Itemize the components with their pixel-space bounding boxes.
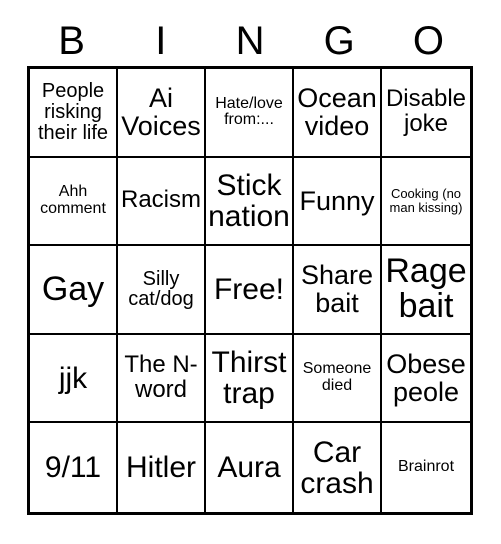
bingo-cell-label: Ocean video — [297, 83, 377, 142]
bingo-cell-label: Gay — [41, 269, 105, 308]
bingo-cell[interactable]: Stick nation — [206, 157, 294, 247]
bingo-grid: People risking their life Ai Voices Hate/l… — [27, 66, 473, 515]
bingo-cell-label: Someone died — [302, 360, 372, 395]
bingo-cell[interactable]: Ahh comment — [30, 157, 118, 247]
bingo-cell-label: Stick nation — [208, 168, 290, 233]
bingo-cell-label: Disable joke — [385, 85, 467, 138]
header-letter-n: N — [235, 19, 265, 63]
bingo-cell[interactable]: Ai Voices — [118, 69, 206, 158]
bingo-cell[interactable]: Car crash — [294, 423, 382, 512]
bingo-header-row: B I N G O — [27, 16, 473, 66]
bingo-cell-label: People risking their life — [37, 80, 109, 144]
bingo-cell[interactable]: Rage bait — [382, 246, 470, 335]
bingo-cell[interactable]: 9/11 — [30, 423, 118, 512]
bingo-cell-label: Ahh comment — [40, 183, 106, 217]
bingo-cell-label: Rage bait — [385, 252, 467, 326]
bingo-card: B I N G O People risking their life Ai Vo… — [0, 0, 501, 544]
header-letter-g: G — [323, 19, 355, 63]
header-letter-i: I — [155, 19, 167, 63]
bingo-cell[interactable]: Hate/love from:... — [206, 69, 294, 158]
bingo-cell-label: The N-word — [124, 351, 198, 404]
bingo-cell-label: Obese peole — [386, 349, 466, 408]
bingo-cell[interactable]: Silly cat/dog — [118, 246, 206, 335]
bingo-cell[interactable]: Cooking (no man kissing) — [382, 157, 470, 247]
bingo-cell[interactable]: The N-word — [118, 334, 206, 424]
header-letter-b: B — [58, 19, 85, 63]
bingo-cell-label: Thirst trap — [211, 345, 287, 411]
bingo-cell[interactable]: Ocean video — [294, 69, 382, 158]
bingo-cell-label: 9/11 — [44, 451, 102, 485]
bingo-cell-label: Racism — [120, 186, 201, 214]
bingo-cell-label: jjk — [58, 361, 88, 395]
bingo-cell[interactable]: Hitler — [118, 423, 206, 512]
bingo-cell[interactable]: Share bait — [294, 246, 382, 335]
bingo-cell-label: Hate/love from:... — [215, 94, 283, 129]
bingo-cell[interactable]: Gay — [30, 246, 118, 335]
bingo-cell-label: Hitler — [125, 451, 196, 485]
bingo-cell-label: Free! — [213, 272, 285, 306]
bingo-cell[interactable]: Brainrot — [382, 423, 470, 512]
bingo-cell[interactable]: Thirst trap — [206, 334, 294, 424]
bingo-cell-label: Car crash — [300, 435, 374, 500]
bingo-cell[interactable]: Someone died — [294, 334, 382, 424]
bingo-cell-label: Cooking (no man kissing) — [389, 186, 463, 215]
bingo-cell[interactable]: jjk — [30, 334, 118, 424]
bingo-cell[interactable]: Free! — [206, 246, 294, 335]
bingo-cell-label: Funny — [299, 185, 375, 216]
bingo-cell[interactable]: Disable joke — [382, 69, 470, 158]
bingo-cell-label: Brainrot — [397, 458, 455, 476]
header-letter-o: O — [412, 19, 444, 63]
bingo-cell[interactable]: Funny — [294, 157, 382, 247]
bingo-cell[interactable]: Aura — [206, 423, 294, 512]
bingo-cell[interactable]: Obese peole — [382, 334, 470, 424]
bingo-cell-label: Share bait — [300, 260, 374, 319]
bingo-cell-label: Silly cat/dog — [128, 267, 194, 311]
bingo-cell-label: Aura — [217, 451, 281, 485]
bingo-cell-label: Ai Voices — [121, 83, 201, 142]
bingo-cell[interactable]: People risking their life — [30, 69, 118, 158]
bingo-cell[interactable]: Racism — [118, 157, 206, 247]
